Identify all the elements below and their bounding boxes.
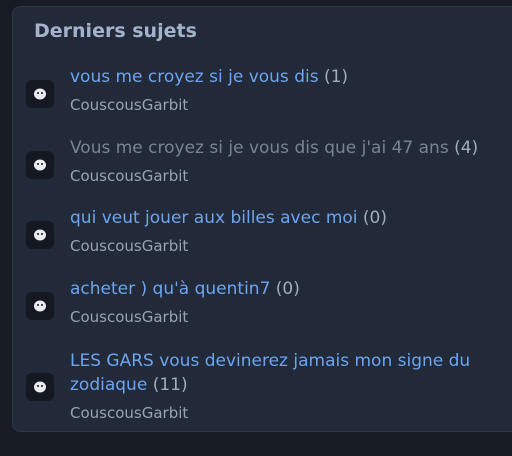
- reply-count: (0): [362, 208, 388, 228]
- reply-count: (0): [275, 279, 300, 299]
- topic-author[interactable]: CouscousGarbit: [70, 308, 188, 326]
- topic-link[interactable]: LES GARS vous devinerez jamais mon signe…: [70, 351, 470, 395]
- topic-author[interactable]: CouscousGarbit: [70, 167, 188, 185]
- topic-author[interactable]: CouscousGarbit: [70, 404, 188, 422]
- ghost-avatar-icon: [34, 229, 46, 241]
- avatar-icon[interactable]: [26, 373, 54, 401]
- topic-author[interactable]: CouscousGarbit: [70, 96, 188, 114]
- section-title: Derniers sujets: [34, 20, 197, 42]
- page: Derniers sujets vous me croyez si je vou…: [0, 0, 512, 456]
- topic-title: Vous me croyez si je vous dis que j'ai 4…: [70, 136, 510, 160]
- avatar-icon[interactable]: [26, 151, 54, 179]
- avatar-icon[interactable]: [26, 221, 54, 249]
- ghost-avatar-icon: [34, 381, 46, 393]
- reply-count: (4): [454, 138, 479, 158]
- topic-title: LES GARS vous devinerez jamais mon signe…: [70, 349, 500, 397]
- topic-author[interactable]: CouscousGarbit: [70, 237, 188, 255]
- avatar-icon[interactable]: [26, 292, 54, 320]
- avatar-icon[interactable]: [26, 80, 54, 108]
- topic-link[interactable]: acheter ) qu'à quentin7: [70, 279, 270, 299]
- ghost-avatar-icon: [34, 300, 46, 312]
- latest-topics-card: Derniers sujets vous me croyez si je vou…: [12, 6, 512, 432]
- topic-link[interactable]: qui veut jouer aux billes avec moi: [70, 208, 358, 228]
- topic-title: vous me croyez si je vous dis (1): [70, 65, 510, 89]
- reply-count: (11): [152, 375, 188, 395]
- topic-title: qui veut jouer aux billes avec moi (0): [70, 206, 510, 230]
- topic-link[interactable]: vous me croyez si je vous dis: [70, 67, 319, 87]
- ghost-avatar-icon: [34, 159, 46, 171]
- reply-count: (1): [323, 67, 349, 87]
- ghost-avatar-icon: [34, 88, 46, 100]
- topic-link[interactable]: Vous me croyez si je vous dis que j'ai 4…: [70, 138, 449, 158]
- topic-title: acheter ) qu'à quentin7 (0): [70, 277, 510, 301]
